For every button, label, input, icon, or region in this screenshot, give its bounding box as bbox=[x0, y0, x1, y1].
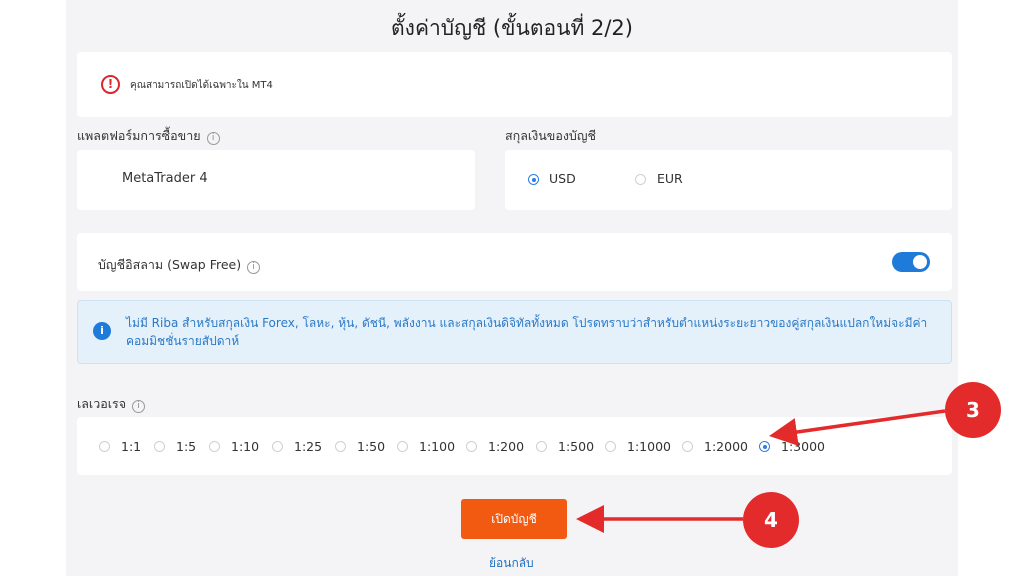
step-3-badge: 3 bbox=[945, 382, 1001, 438]
annotation-arrows bbox=[576, 409, 946, 533]
arrow-to-leverage-3000 bbox=[769, 409, 946, 446]
step-4-badge: 4 bbox=[743, 492, 799, 548]
